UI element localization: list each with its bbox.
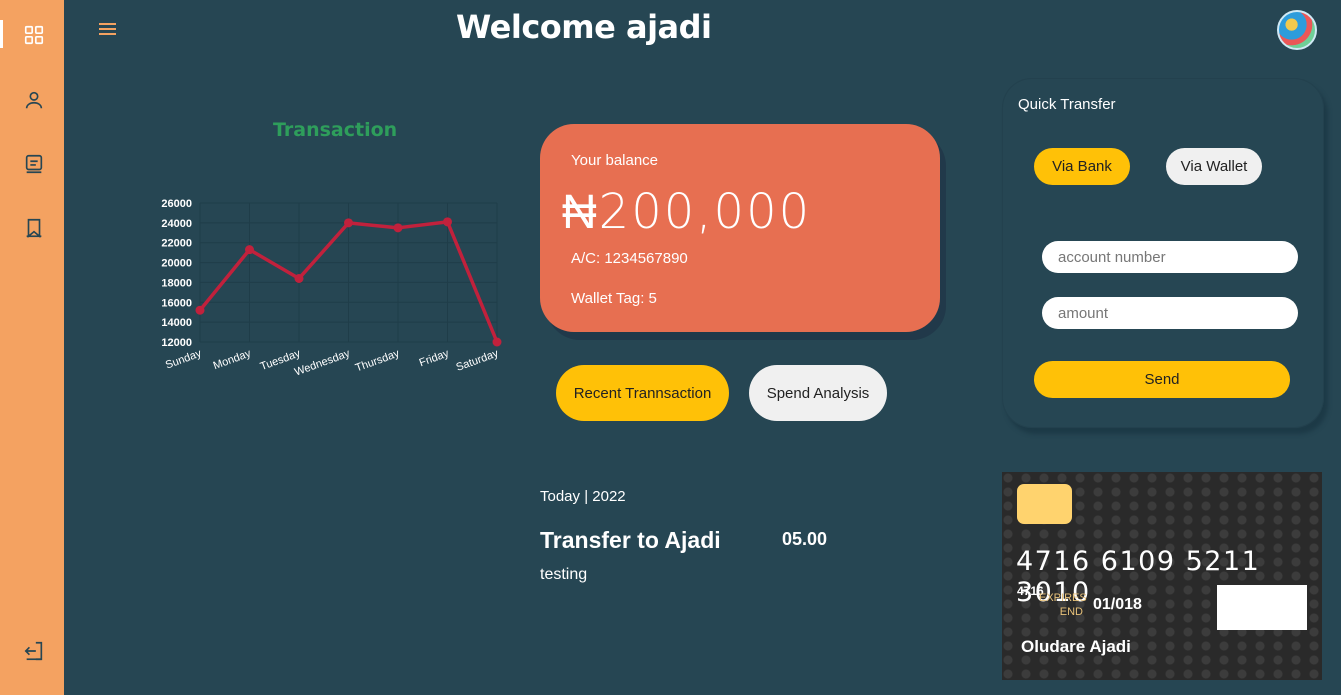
- bank-card: 4716 6109 5211 3010 4716 EXPIRES END 01/…: [1002, 472, 1322, 680]
- recent-transaction-button[interactable]: Recent Trannsaction: [556, 365, 729, 421]
- sidebar: [0, 0, 64, 695]
- bookmark-icon[interactable]: [20, 214, 48, 242]
- balance-amount: ₦200,000: [562, 184, 812, 240]
- y-tick-label: 16000: [161, 297, 192, 309]
- active-indicator: [0, 20, 3, 48]
- x-tick-label: Monday: [212, 347, 253, 372]
- account-number-text: A/C: 1234567890: [571, 250, 688, 267]
- logout-icon[interactable]: [20, 637, 48, 665]
- data-point: [195, 305, 205, 315]
- page-title: Welcome ajadi: [456, 8, 712, 46]
- quick-transfer-panel: Quick Transfer Via Bank Via Wallet Send: [1002, 78, 1324, 428]
- quick-transfer-title: Quick Transfer: [1018, 96, 1116, 113]
- via-bank-button[interactable]: Via Bank: [1034, 148, 1130, 185]
- card-expiry-date: 01/018: [1093, 596, 1142, 613]
- document-icon[interactable]: [20, 150, 48, 178]
- y-tick-label: 26000: [161, 198, 192, 210]
- transaction-line-chart: 12000 14000 16000 18000 20000 22000 24000 26000…: [161, 198, 502, 379]
- transaction-date-header: Today | 2022: [540, 488, 626, 505]
- y-tick-label: 14000: [161, 317, 192, 329]
- menu-hamburger-icon[interactable]: [96, 18, 120, 40]
- y-tick-label: 22000: [161, 238, 192, 250]
- x-tick-label: Wednesday: [293, 347, 352, 378]
- y-tick-label: 24000: [161, 218, 192, 230]
- balance-label: Your balance: [571, 152, 659, 169]
- amount-input[interactable]: [1042, 297, 1298, 329]
- y-tick-label: 20000: [161, 258, 192, 270]
- avatar[interactable]: [1277, 10, 1317, 50]
- card-chip-icon: [1017, 484, 1072, 524]
- data-point: [245, 245, 254, 255]
- dashboard-grid-icon[interactable]: [20, 21, 48, 49]
- wallet-tag-text: Wallet Tag: 5: [571, 290, 657, 307]
- y-tick-label: 12000: [161, 337, 192, 349]
- x-tick-label: Thursday: [354, 347, 402, 374]
- chart-title: Transaction: [273, 119, 398, 141]
- card-signature-box: [1217, 585, 1307, 630]
- send-button[interactable]: Send: [1034, 361, 1290, 398]
- y-tick-label: 18000: [161, 277, 192, 289]
- transaction-title: Transfer to Ajadi: [540, 527, 721, 553]
- x-tick-label: Saturday: [455, 347, 501, 374]
- x-tick-label: Friday: [418, 347, 451, 369]
- data-point: [294, 273, 304, 283]
- account-number-input[interactable]: [1042, 241, 1298, 273]
- card-expires-label: EXPIRES END: [1039, 592, 1087, 618]
- spend-analysis-button[interactable]: Spend Analysis: [749, 365, 887, 421]
- x-tick-label: Sunday: [164, 347, 204, 371]
- user-icon[interactable]: [20, 86, 48, 114]
- balance-card: Your balance ₦200,000 A/C: 1234567890 Wa…: [540, 124, 940, 332]
- data-point: [344, 218, 353, 228]
- transaction-description: testing: [540, 566, 588, 583]
- data-point: [492, 337, 502, 347]
- via-wallet-button[interactable]: Via Wallet: [1166, 148, 1262, 185]
- data-point: [443, 217, 452, 227]
- card-holder-name: Oludare Ajadi: [1021, 637, 1131, 656]
- transaction-amount: 05.00: [782, 529, 828, 549]
- data-point: [393, 223, 403, 233]
